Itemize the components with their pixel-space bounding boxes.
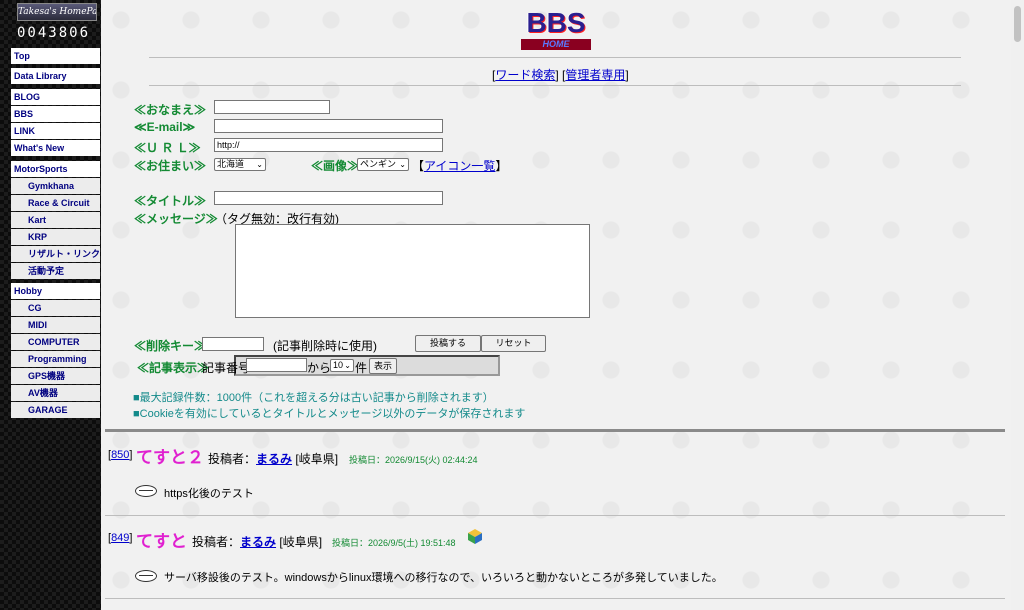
sidebar-item-av[interactable]: AV機器 bbox=[11, 385, 100, 401]
sidebar-item-bbs[interactable]: BBS bbox=[11, 106, 100, 122]
author-location: [岐阜県] bbox=[295, 452, 339, 466]
post-date: 投稿日：2026/9/15(火) 02:44:24 bbox=[349, 455, 478, 465]
admin-link[interactable]: 管理者専用 bbox=[565, 68, 625, 82]
sidebar-item-garage[interactable]: GARAGE bbox=[11, 402, 100, 418]
icon-list-link[interactable]: アイコン一覧 bbox=[424, 159, 495, 173]
post-title: てすと bbox=[136, 532, 187, 551]
sidebar-category-hobby[interactable]: Hobby bbox=[11, 283, 100, 299]
sidebar-item-schedule[interactable]: 活動予定 bbox=[11, 263, 100, 279]
post-author-line: 投稿者：まるみ [岐阜県] bbox=[208, 450, 338, 467]
post-body: サーバ移設後のテスト。windowsからlinux環境への移行なので、いろいろと… bbox=[164, 572, 723, 584]
sidebar-item-race-circuit[interactable]: Race & Circuit bbox=[11, 195, 100, 211]
count-unit: 件 bbox=[355, 361, 368, 375]
post-number: [850] bbox=[108, 449, 133, 461]
post-date: 投稿日：2026/9/5(土) 19:51:48 bbox=[332, 538, 456, 548]
access-counter: 0043806 bbox=[17, 25, 91, 41]
message-textarea[interactable] bbox=[235, 224, 590, 318]
sidebar-category-motorsports[interactable]: MotorSports bbox=[11, 161, 100, 177]
image-label: ≪画像≫ bbox=[311, 159, 360, 173]
post-author-link[interactable]: まるみ bbox=[256, 452, 292, 466]
submit-button[interactable]: 投稿する bbox=[415, 335, 481, 352]
sidebar-item-gps[interactable]: GPS機器 bbox=[11, 368, 100, 384]
main-content: BBS HOME [ワード検索] [管理者専用] ≪おなまえ≫ ≪E-mail≫… bbox=[101, 0, 1011, 610]
post-body: https化後のテスト bbox=[164, 488, 254, 500]
url-input[interactable]: http:// bbox=[214, 138, 443, 152]
title-label: ≪タイトル≫ bbox=[134, 194, 207, 208]
image-select[interactable]: ペンギン ⌄ bbox=[357, 158, 409, 171]
sidebar-item-whats-new[interactable]: What's New bbox=[11, 140, 100, 156]
sidebar-item-programming[interactable]: Programming bbox=[11, 351, 100, 367]
article-number-label: 記事番号 bbox=[202, 361, 251, 375]
address-value: 北海道 bbox=[217, 159, 245, 169]
face-icon bbox=[135, 570, 157, 582]
scrollbar-thumb[interactable] bbox=[1014, 6, 1021, 42]
address-select[interactable]: 北海道 ⌄ bbox=[214, 158, 266, 171]
show-button[interactable]: 表示 bbox=[369, 358, 397, 374]
delete-key-input[interactable] bbox=[202, 337, 264, 351]
chevron-down-icon: ⌄ bbox=[344, 361, 351, 370]
delete-key-note: (記事削除時に使用) bbox=[273, 339, 377, 353]
sidebar-item-results-link[interactable]: リザルト・リンク bbox=[11, 246, 100, 262]
sidebar-item-computer[interactable]: COMPUTER bbox=[11, 334, 100, 350]
author-location: [岐阜県] bbox=[279, 535, 323, 549]
bbs-title: BBS bbox=[526, 7, 586, 38]
sidebar-item-data-library[interactable]: Data Library bbox=[11, 68, 100, 84]
bbs-logo: BBS HOME bbox=[521, 8, 591, 52]
word-search-link[interactable]: ワード検索 bbox=[495, 68, 555, 82]
url-label: ≪Ｕ Ｒ Ｌ≫ bbox=[134, 141, 201, 155]
divider bbox=[105, 598, 1005, 599]
face-icon bbox=[135, 485, 157, 497]
from-label: から bbox=[307, 361, 332, 375]
divider bbox=[105, 515, 1005, 516]
sidebar-item-midi[interactable]: MIDI bbox=[11, 317, 100, 333]
divider bbox=[149, 85, 961, 86]
count-select[interactable]: 10 ⌄ bbox=[330, 359, 354, 372]
sidebar-item-link[interactable]: LINK bbox=[11, 123, 100, 139]
vertical-scrollbar[interactable] bbox=[1011, 0, 1024, 610]
sidebar-item-kart[interactable]: Kart bbox=[11, 212, 100, 228]
sidebar-item-gymkhana[interactable]: Gymkhana bbox=[11, 178, 100, 194]
divider bbox=[149, 57, 961, 58]
email-label: ≪E-mail≫ bbox=[134, 120, 196, 134]
post-title: てすと２ bbox=[136, 448, 204, 467]
title-input[interactable] bbox=[214, 191, 443, 205]
sidebar-item-krp[interactable]: KRP bbox=[11, 229, 100, 245]
sidebar: Takesa's HomePage 0043806 Top Data Libra… bbox=[0, 0, 101, 610]
post-number-link[interactable]: 850 bbox=[111, 449, 129, 461]
count-value: 10 bbox=[333, 360, 344, 370]
name-input[interactable] bbox=[214, 100, 330, 114]
bbs-home-link[interactable]: HOME bbox=[521, 39, 591, 50]
sidebar-item-blog[interactable]: BLOG bbox=[11, 89, 100, 105]
header-links: [ワード検索] [管理者専用] bbox=[492, 68, 629, 82]
sidebar-item-top[interactable]: Top bbox=[11, 48, 100, 64]
sidebar-item-cg[interactable]: CG bbox=[11, 300, 100, 316]
reset-button[interactable]: リセット bbox=[481, 335, 546, 352]
article-display-label: ≪記事表示≫ bbox=[137, 361, 210, 375]
post-number: [849] bbox=[108, 532, 133, 544]
section-divider bbox=[105, 429, 1005, 432]
post-number-link[interactable]: 849 bbox=[111, 532, 129, 544]
image-value: ペンギン bbox=[360, 159, 397, 169]
email-input[interactable] bbox=[214, 119, 443, 133]
note-cookie: ■Cookieを有効にしているとタイトルとメッセージ以外のデータが保存されます bbox=[133, 408, 526, 420]
post-author-link[interactable]: まるみ bbox=[240, 535, 276, 549]
author-label: 投稿者： bbox=[208, 452, 257, 466]
author-label: 投稿者： bbox=[192, 535, 241, 549]
address-label: ≪お住まい≫ bbox=[134, 159, 207, 173]
message-label: ≪メッセージ≫ bbox=[134, 212, 218, 226]
chevron-down-icon: ⌄ bbox=[256, 160, 263, 169]
icon-list-wrapper: 【アイコン一覧】 bbox=[412, 159, 508, 173]
site-logo[interactable]: Takesa's HomePage bbox=[17, 3, 97, 21]
post-author-line: 投稿者：まるみ [岐阜県] bbox=[192, 533, 322, 550]
note-max-records: ■最大記録件数：1000件（これを超える分は古い記事から削除されます） bbox=[133, 392, 494, 404]
delete-key-label: ≪削除キー≫ bbox=[134, 339, 207, 353]
penguin-icon bbox=[468, 529, 482, 544]
name-label: ≪おなまえ≫ bbox=[134, 103, 207, 117]
chevron-down-icon: ⌄ bbox=[399, 160, 406, 169]
article-number-input[interactable] bbox=[246, 358, 307, 372]
